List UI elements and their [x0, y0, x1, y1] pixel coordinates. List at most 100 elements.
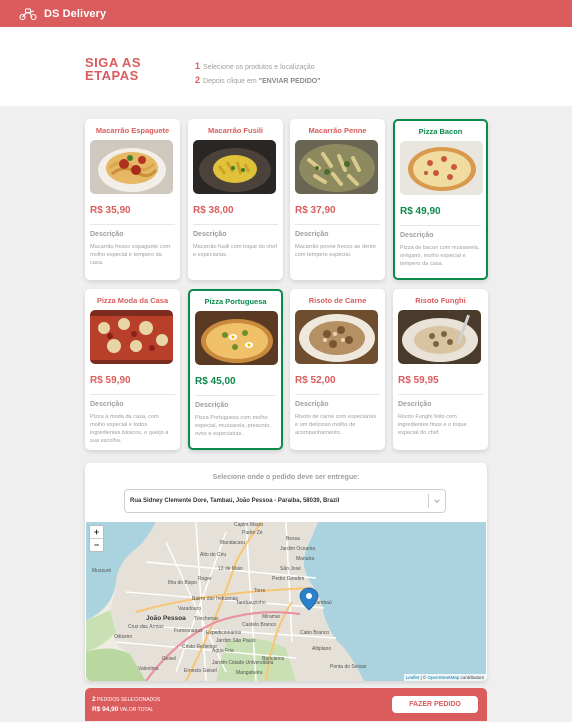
product-card[interactable]: Risoto Funghi R$ 59,95 Descrição Risoto … [393, 289, 488, 450]
address-select[interactable]: Rua Sidney Clemente Dore, Tambaú, João P… [124, 489, 446, 513]
product-image [90, 310, 173, 364]
product-description: Macarrão penne fresco ao dente com tempe… [295, 244, 376, 258]
product-card-selected[interactable]: Pizza Bacon R$ 49,90 Descrição Pizza de … [393, 119, 488, 280]
map-label: Miramar [262, 614, 281, 620]
map-label: Oitizeiro [114, 634, 133, 640]
zoom-control: + − [89, 525, 104, 552]
place-order-button[interactable]: FAZER PEDIDO [392, 696, 478, 713]
map-label: Jardim São Paulo [216, 638, 256, 644]
product-image [295, 140, 378, 194]
order-summary: 2 PEDIDOS SELECIONADOS R$ 94,90 VALOR TO… [85, 688, 487, 721]
step-number: 2 [195, 75, 201, 85]
product-name: Pizza Moda da Casa [96, 296, 169, 305]
select-separator [428, 494, 429, 508]
total-amount: R$ 94,90 [92, 706, 119, 713]
selected-count-label: PEDIDOS SELECIONADOS [95, 697, 161, 703]
step-1: 1 Selecione os produtos e localização [195, 60, 321, 74]
step-text: Selecione os produtos e localização [203, 64, 315, 71]
product-card-selected[interactable]: Pizza Portuguesa R$ 45,00 Descrição Pizz… [188, 289, 283, 450]
product-card[interactable]: Macarrão Penne R$ 37,90 Descrição Macarr… [290, 119, 385, 280]
description-label: Descrição [400, 232, 434, 239]
product-price: R$ 45,00 [195, 376, 236, 387]
map-label: Castelo Branco [242, 622, 276, 628]
divider [295, 224, 380, 225]
map-label: Valentina [138, 666, 159, 672]
map-label: Tambauzinho [236, 600, 266, 606]
product-price: R$ 59,90 [90, 375, 131, 386]
chevron-down-icon[interactable] [434, 498, 440, 504]
divider [90, 224, 175, 225]
description-label: Descrição [90, 401, 124, 408]
map-label: Ponta do Seixas [330, 664, 367, 670]
description-label: Descrição [295, 401, 329, 408]
leaflet-link[interactable]: Leaflet [406, 675, 420, 680]
product-price: R$ 59,95 [398, 375, 439, 386]
map-canvas[interactable]: Capim Macio Alto do Céu Bairro das Indus… [86, 522, 486, 681]
map-label: Ernesto Geisel [184, 668, 217, 674]
product-description: Pizza Portuguesa com molho especial, mus… [195, 415, 271, 437]
map-label: Cruz das Armas [128, 624, 164, 630]
description-label: Descrição [193, 231, 227, 238]
product-name: Macarrão Penne [308, 126, 367, 135]
product-name: Macarrão Espaguete [95, 126, 170, 135]
description-label: Descrição [90, 231, 124, 238]
map-label: Bairro das Industrias [192, 596, 238, 602]
osm-link[interactable]: OpenStreetMap [427, 675, 459, 680]
product-card[interactable]: Pizza Moda da Casa R$ 59,90 Descrição Pi… [85, 289, 180, 450]
map-label: Torre [254, 588, 266, 594]
product-card[interactable]: Macarrão Fusili R$ 38,00 Descrição Macar… [188, 119, 283, 280]
map-label: Mandacaru [220, 540, 245, 546]
selected-count: 2 PEDIDOS SELECIONADOS [92, 696, 160, 703]
map-label: Padre Zé [242, 530, 263, 536]
product-name: Macarrão Fusili [207, 126, 264, 135]
zoom-out-button[interactable]: − [90, 539, 103, 552]
product-image [195, 311, 278, 365]
product-name: Risoto Funghi [415, 296, 466, 305]
map-label: Água Fria [212, 647, 234, 654]
address-value: Rua Sidney Clemente Dore, Tambaú, João P… [130, 498, 340, 504]
map-label: São José [280, 566, 301, 572]
map-label: Ilha do Bispo [168, 580, 197, 586]
product-price: R$ 49,90 [400, 206, 441, 217]
product-price: R$ 38,00 [193, 205, 234, 216]
map-label: Manaíra [296, 556, 315, 562]
zoom-in-button[interactable]: + [90, 526, 103, 539]
map-label: Pedro Gondim [272, 576, 304, 582]
product-description: Risoto de carne com especiarias e um del… [295, 414, 377, 436]
divider [90, 394, 175, 395]
navbar: DS Delivery [0, 0, 572, 27]
steps-title: SIGA AS ETAPAS [85, 56, 141, 82]
address-label: Selecione onde o pedido deve ser entregu… [212, 474, 360, 481]
product-name: Risoto de Carne [308, 296, 367, 305]
product-card[interactable]: Macarrão Espaguete R$ 35,90 Descrição Ma… [85, 119, 180, 280]
divider [193, 224, 278, 225]
map-label: Mangabeira [236, 670, 263, 676]
divider [195, 395, 276, 396]
description-label: Descrição [398, 401, 432, 408]
product-price: R$ 52,00 [295, 375, 336, 386]
divider [295, 394, 380, 395]
map-label: Geisel [162, 656, 176, 662]
step-highlight: "ENVIAR PEDIDO" [258, 78, 321, 85]
divider [398, 394, 483, 395]
map-label: Funcionários [174, 628, 203, 634]
product-card[interactable]: Risoto de Carne R$ 52,00 Descrição Risot… [290, 289, 385, 450]
map-attribution: Leaflet | © OpenStreetMap contributors [403, 674, 486, 681]
product-image [400, 141, 483, 195]
product-name: Pizza Portuguesa [204, 297, 267, 306]
product-image [193, 140, 276, 194]
product-price: R$ 35,90 [90, 205, 131, 216]
step-text: Depois clique em [203, 78, 259, 85]
product-description: Pizza à moda da casa, com molho especial… [90, 414, 169, 444]
map-label: 13 de Maio [218, 566, 243, 572]
product-price: R$ 37,90 [295, 205, 336, 216]
brand-name[interactable]: DS Delivery [44, 8, 106, 20]
product-name: Pizza Bacon [418, 127, 463, 136]
product-image [295, 310, 378, 364]
delivery-map[interactable]: Capim Macio Alto do Céu Bairro das Indus… [86, 522, 486, 681]
product-description: Pizza de bacon com mussarela, orégano, m… [400, 245, 480, 267]
map-label: Mussuré [92, 568, 111, 574]
total-value: R$ 94,90 VALOR TOTAL [92, 706, 153, 713]
divider [400, 225, 481, 226]
map-label: João Pessoa [146, 615, 186, 622]
